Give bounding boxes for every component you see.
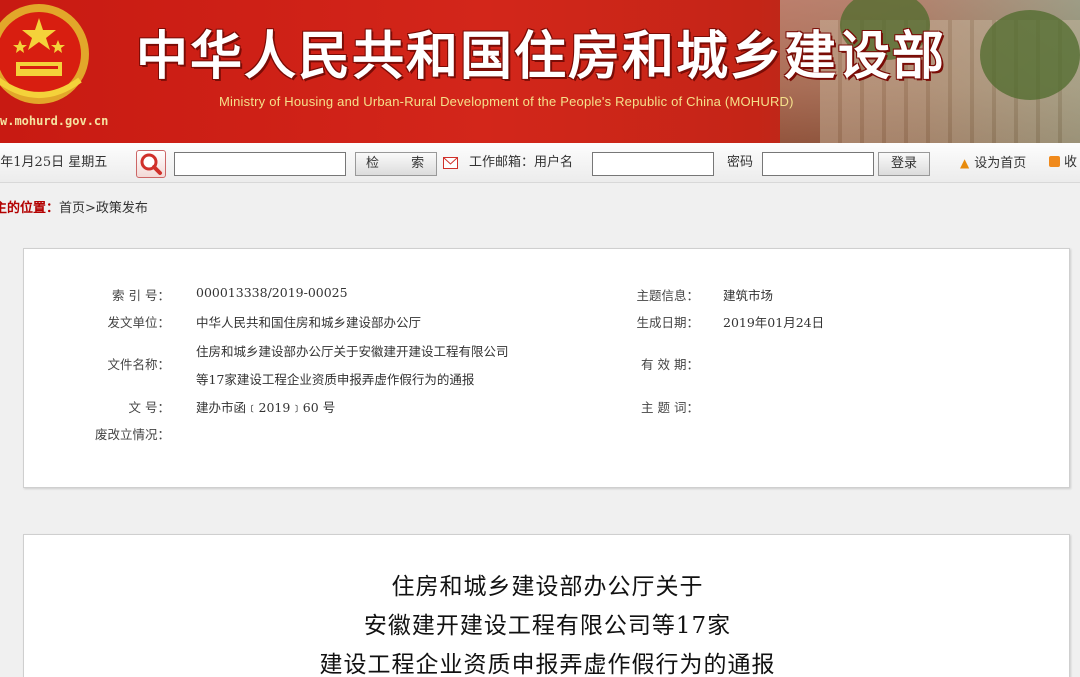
- search-icon-button[interactable]: [136, 150, 166, 178]
- set-homepage-label: 设为首页: [974, 156, 1027, 171]
- header-banner: w.mohurd.gov.cn 中华人民共和国住房和城乡建设部 Ministry…: [0, 0, 1080, 143]
- site-title: 中华人民共和国住房和城乡建设部: [136, 26, 947, 87]
- current-date: 9年1月25日 星期五: [0, 155, 108, 170]
- topic-label: 主题信息：: [636, 288, 699, 303]
- site-url: w.mohurd.gov.cn: [0, 114, 109, 128]
- date-label: 生成日期：: [636, 315, 699, 330]
- filename-value-line2: 等17家建设工程企业资质申报弄虚作假行为的通报: [196, 372, 475, 387]
- document-title-line1: 住房和城乡建设部办公厅关于: [391, 574, 704, 600]
- site-subtitle: Ministry of Housing and Urban-Rural Deve…: [219, 94, 794, 109]
- mail-icon: [443, 157, 458, 169]
- docno-value: 建办市函﹝2019﹞60 号: [196, 400, 336, 415]
- document-title-line3: 建设工程企业资质申报弄虚作假行为的通报: [319, 652, 776, 677]
- abolish-label: 废改立情况：: [94, 427, 170, 442]
- bookmark-link[interactable]: 收: [1049, 143, 1077, 183]
- login-button[interactable]: 登录: [878, 152, 930, 176]
- unit-value: 中华人民共和国住房和城乡建设部办公厅: [196, 315, 422, 330]
- emblem-icon[interactable]: [0, 0, 92, 112]
- validity-label: 有 效 期：: [641, 357, 699, 372]
- date-value: 2019年01月24日: [723, 315, 825, 330]
- document-info-panel: 索 引 号： 000013338/2019-00025 发文单位： 中华人民共和…: [23, 248, 1070, 488]
- breadcrumb: 主的位置：首页>政策发布: [0, 197, 148, 216]
- index-value: 000013338/2019-00025: [196, 285, 348, 300]
- breadcrumb-path[interactable]: 首页>政策发布: [59, 201, 148, 216]
- keywords-label: 主 题 词：: [641, 400, 699, 415]
- unit-label: 发文单位：: [107, 315, 170, 330]
- docno-label: 文 号：: [128, 400, 170, 415]
- mail-username-label: 工作邮箱：用户名: [469, 155, 574, 170]
- password-label: 密码: [727, 155, 754, 170]
- bookmark-icon: [1049, 156, 1060, 167]
- toolbar: 9年1月25日 星期五 检 索 工作邮箱：用户名 密码 登录 ▲ 设为首页 收: [0, 143, 1080, 183]
- username-input[interactable]: [592, 152, 714, 176]
- home-icon: ▲: [960, 156, 970, 170]
- document-title-line2: 安徽建开建设工程有限公司等17家: [363, 613, 732, 639]
- set-homepage-link[interactable]: ▲ 设为首页: [960, 143, 1026, 183]
- search-icon: [140, 153, 162, 175]
- search-input[interactable]: [174, 152, 346, 176]
- breadcrumb-label: 主的位置：: [0, 201, 60, 216]
- search-button[interactable]: 检 索: [355, 152, 437, 176]
- bookmark-label: 收: [1064, 155, 1078, 170]
- banner-tree-decoration: [980, 10, 1080, 100]
- filename-label: 文件名称：: [107, 357, 170, 372]
- index-label: 索 引 号：: [112, 288, 170, 303]
- password-input[interactable]: [762, 152, 874, 176]
- filename-value-line1: 住房和城乡建设部办公厅关于安徽建开建设工程有限公司: [196, 344, 509, 359]
- document-title-panel: 住房和城乡建设部办公厅关于 安徽建开建设工程有限公司等17家 建设工程企业资质申…: [23, 534, 1070, 677]
- topic-value: 建筑市场: [723, 288, 774, 303]
